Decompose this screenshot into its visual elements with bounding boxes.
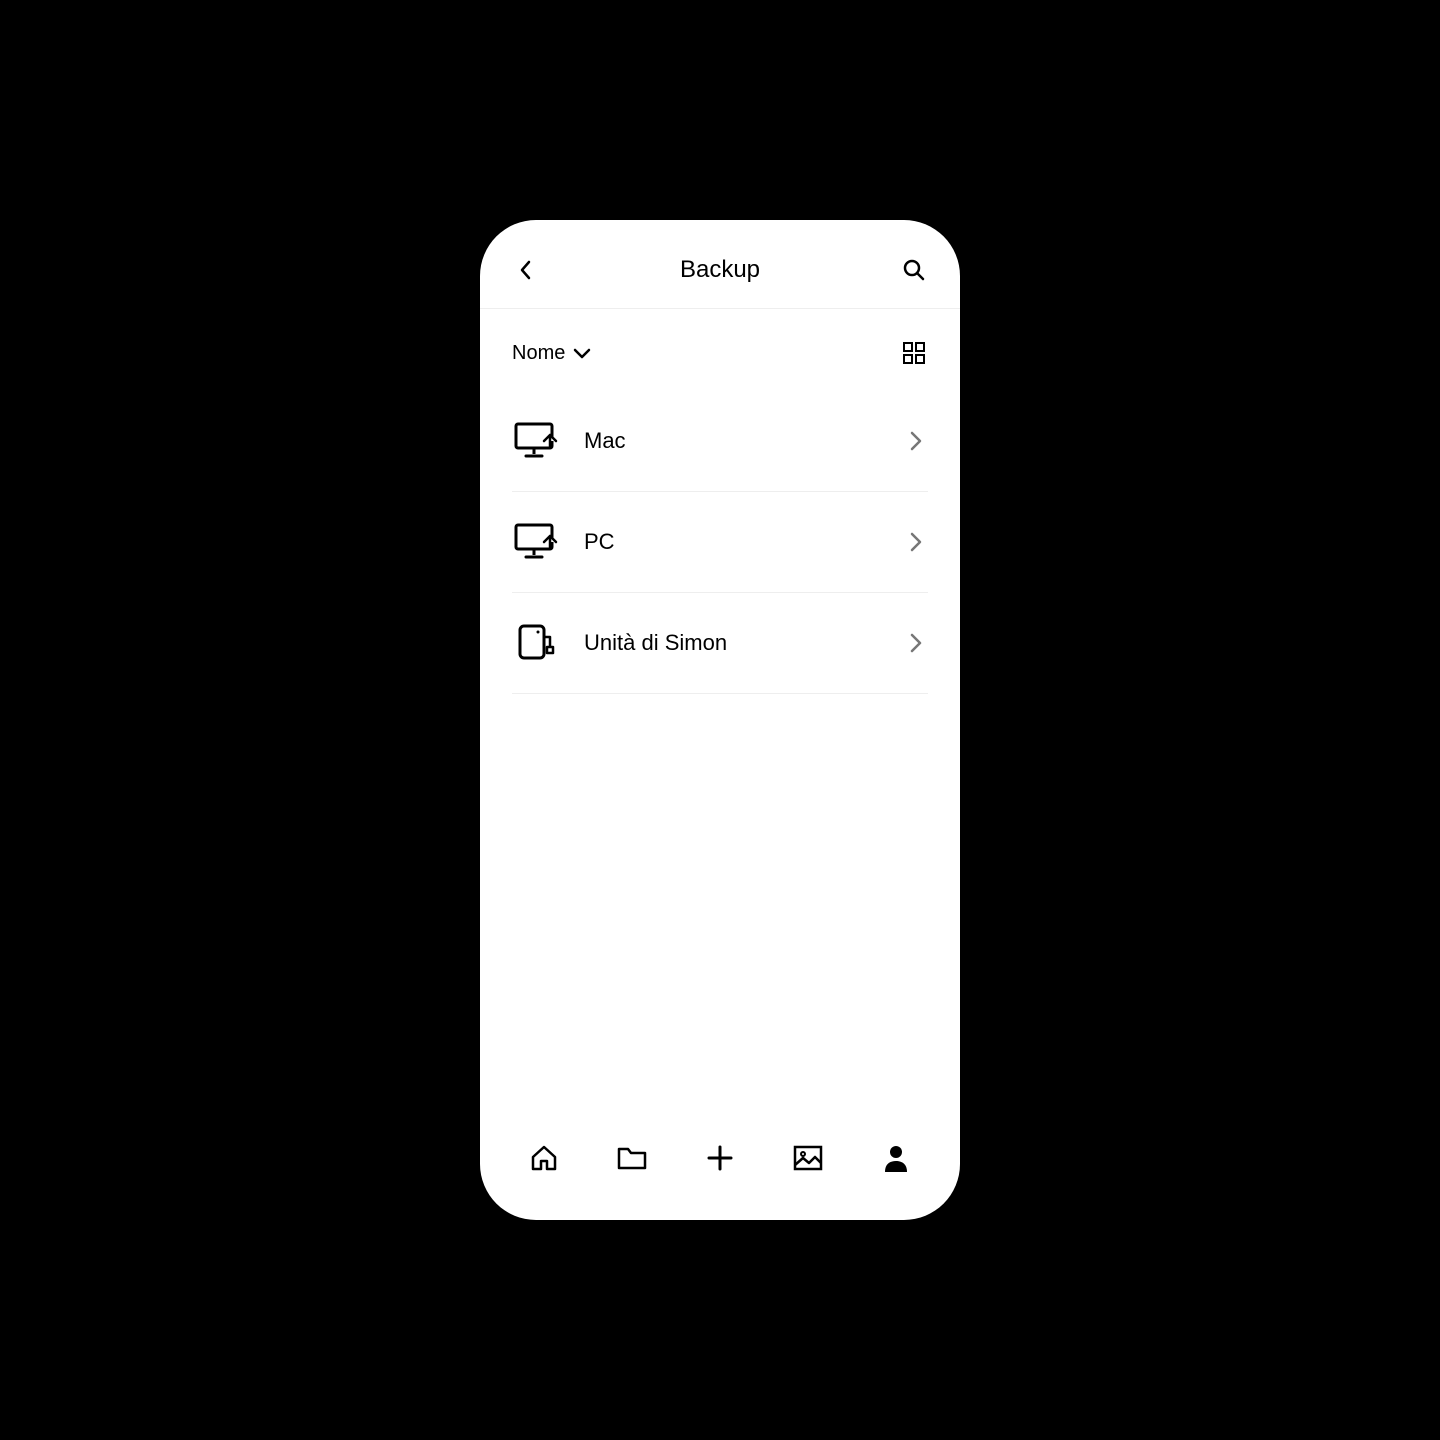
list-item-label: Unità di Simon xyxy=(584,630,904,656)
sort-bar: Nome xyxy=(480,309,960,391)
bottom-nav xyxy=(480,1116,960,1200)
list-item-drive[interactable]: Unità di Simon xyxy=(512,593,928,694)
sort-dropdown[interactable]: Nome xyxy=(512,342,591,365)
page-title: Backup xyxy=(680,256,760,284)
person-icon xyxy=(883,1144,909,1172)
nav-photos[interactable] xyxy=(790,1140,826,1176)
plus-icon xyxy=(706,1144,734,1172)
chevron-down-icon xyxy=(573,347,591,359)
list-item-pc[interactable]: PC xyxy=(512,492,928,593)
image-icon xyxy=(793,1145,823,1171)
search-button[interactable] xyxy=(900,256,928,284)
list-item-label: PC xyxy=(584,529,904,555)
nav-account[interactable] xyxy=(878,1140,914,1176)
chevron-right-icon xyxy=(904,631,928,655)
nav-add[interactable] xyxy=(702,1140,738,1176)
home-icon xyxy=(529,1143,559,1173)
list-item-label: Mac xyxy=(584,428,904,454)
computer-backup-icon xyxy=(512,522,560,562)
sort-label: Nome xyxy=(512,342,565,365)
chevron-right-icon xyxy=(904,530,928,554)
phone-frame: Backup Nome xyxy=(480,220,960,1220)
chevron-left-icon xyxy=(519,260,533,280)
backup-list: Mac PC xyxy=(480,391,960,1116)
list-item-mac[interactable]: Mac xyxy=(512,391,928,492)
chevron-right-icon xyxy=(904,429,928,453)
grid-icon xyxy=(903,342,925,364)
folder-icon xyxy=(616,1144,648,1172)
header: Backup xyxy=(480,240,960,309)
search-icon xyxy=(902,258,926,282)
back-button[interactable] xyxy=(512,256,540,284)
grid-view-button[interactable] xyxy=(900,339,928,367)
nav-files[interactable] xyxy=(614,1140,650,1176)
computer-backup-icon xyxy=(512,421,560,461)
nav-home[interactable] xyxy=(526,1140,562,1176)
external-drive-icon xyxy=(512,623,560,663)
